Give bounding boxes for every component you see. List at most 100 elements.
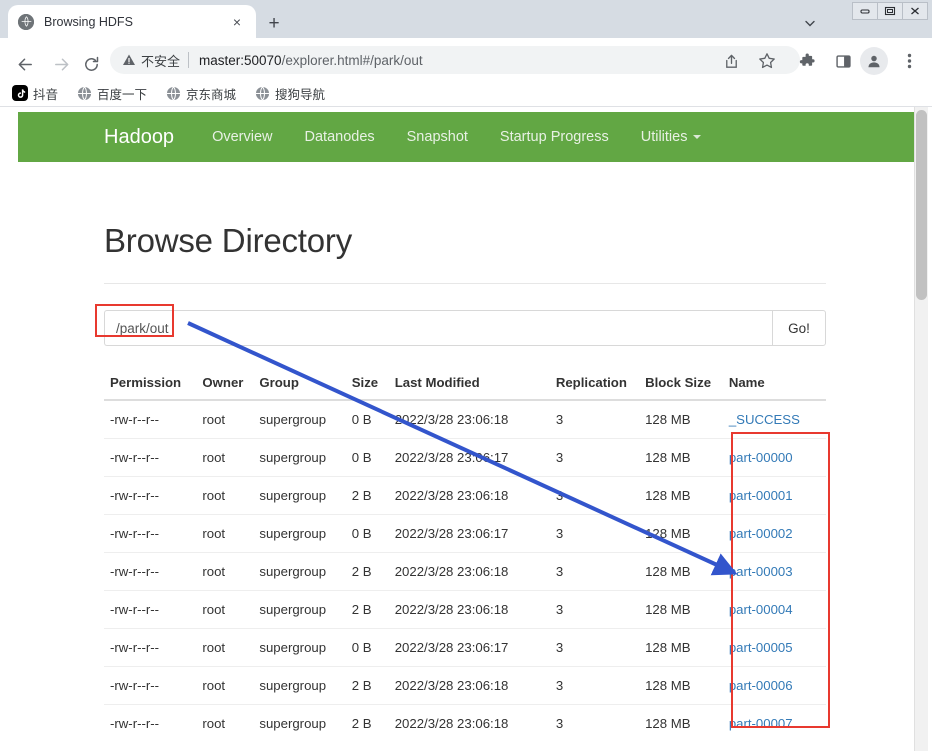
bookmark-item[interactable]: 京东商城 (165, 84, 236, 103)
reload-icon[interactable] (76, 49, 106, 79)
nav-link-startup-progress[interactable]: Startup Progress (500, 129, 609, 145)
extensions-puzzle-icon[interactable] (794, 48, 820, 74)
hadoop-brand[interactable]: Hadoop (104, 126, 174, 149)
file-link[interactable]: part-00005 (729, 640, 793, 655)
three-dot-menu-icon[interactable] (896, 48, 922, 74)
page-title: Browse Directory (104, 222, 353, 259)
bookmarks-bar: 抖音 百度一下 京东商城 搜狗导航 (0, 80, 932, 107)
table-row: -rw-r--r-- root supergroup 0 B 2022/3/28 23:… (104, 438, 826, 477)
cell-last-modified: 2022/3/28 23:06:17 (388, 514, 550, 553)
table-row: -rw-r--r-- root supergroup 0 B 2022/3/28 23:… (104, 628, 826, 667)
table-row: -rw-r--r-- root supergroup 2 B 2022/3/28 23:… (104, 666, 826, 705)
cell-group: supergroup (253, 476, 346, 515)
cell-name[interactable]: part-00006 (722, 666, 826, 705)
bookmark-label: 京东商城 (186, 87, 237, 102)
cell-last-modified: 2022/3/28 23:06:17 (388, 438, 550, 477)
bookmark-star-icon[interactable] (754, 48, 780, 74)
file-link[interactable]: part-00000 (729, 450, 793, 465)
cell-block-size: 128 MB (639, 438, 723, 477)
cell-size: 2 B (345, 666, 389, 705)
profile-avatar-icon[interactable] (860, 47, 888, 75)
cell-last-modified: 2022/3/28 23:06:18 (388, 552, 550, 591)
browser-window: Browsing HDFS × + 不安全 master:50070/explo… (0, 0, 932, 751)
cell-size: 2 B (345, 476, 389, 515)
table-header-row: Permission Owner Group Size Last Modifie… (104, 367, 826, 401)
cell-permission: -rw-r--r-- (104, 590, 197, 629)
column-header-replication[interactable]: Replication (549, 367, 640, 401)
go-button[interactable]: Go! (772, 310, 826, 346)
column-header-owner[interactable]: Owner (196, 367, 254, 401)
omnibox-divider (188, 52, 190, 68)
column-header-permission[interactable]: Permission (104, 367, 197, 401)
cell-permission: -rw-r--r-- (104, 438, 197, 477)
globe-icon (76, 85, 92, 101)
address-bar[interactable]: 不安全 master:50070/explorer.html#/park/out (110, 46, 800, 74)
column-header-size[interactable]: Size (345, 367, 389, 401)
back-arrow-icon[interactable] (10, 49, 40, 79)
cell-name[interactable]: part-00001 (722, 476, 826, 515)
bookmark-item[interactable]: 搜狗导航 (254, 84, 325, 103)
url-text: master:50070/explorer.html#/park/out (199, 53, 423, 68)
nav-link-datanodes[interactable]: Datanodes (305, 129, 375, 145)
cell-permission: -rw-r--r-- (104, 628, 197, 667)
cell-replication: 3 (549, 628, 640, 667)
path-input[interactable]: /park/out (104, 310, 772, 346)
tab-search-chevron-down-icon[interactable] (800, 13, 820, 33)
file-link[interactable]: part-00004 (729, 602, 793, 617)
cell-size: 0 B (345, 514, 389, 553)
column-header-last-modified[interactable]: Last Modified (388, 367, 550, 401)
cell-replication: 3 (549, 514, 640, 553)
bookmark-label: 抖音 (33, 87, 59, 102)
url-host: master:50070 (199, 52, 282, 68)
file-link[interactable]: part-00003 (729, 564, 793, 579)
browser-tab[interactable]: Browsing HDFS × (8, 5, 256, 38)
cell-name[interactable]: part-00003 (722, 552, 826, 591)
nav-link-snapshot[interactable]: Snapshot (407, 129, 468, 145)
table-row: -rw-r--r-- root supergroup 0 B 2022/3/28 23:… (104, 514, 826, 553)
cell-name[interactable]: part-00005 (722, 628, 826, 667)
cell-permission: -rw-r--r-- (104, 666, 197, 705)
forward-arrow-icon[interactable] (46, 49, 76, 79)
cell-name[interactable]: part-00007 (722, 704, 826, 742)
file-link[interactable]: _SUCCESS (729, 412, 800, 427)
page-viewport: Hadoop Overview Datanodes Snapshot Start… (0, 107, 932, 751)
globe-icon (18, 13, 34, 30)
path-form: /park/out Go! (104, 310, 826, 346)
table-body: -rw-r--r-- root supergroup 0 B 2022/3/28 23:… (104, 400, 826, 742)
minimize-icon[interactable] (852, 2, 878, 20)
window-controls (852, 2, 928, 20)
nav-link-utilities[interactable]: Utilities (641, 129, 702, 145)
cell-name[interactable]: _SUCCESS (723, 400, 826, 439)
column-header-group[interactable]: Group (253, 367, 346, 401)
cell-size: 2 B (345, 590, 389, 629)
cell-size: 2 B (345, 552, 389, 591)
page-scrollbar-thumb[interactable] (916, 110, 927, 300)
cell-replication: 3 (549, 552, 640, 591)
new-tab-button[interactable]: + (262, 11, 286, 35)
tab-close-icon[interactable]: × (228, 13, 246, 31)
cell-name[interactable]: part-00004 (722, 590, 826, 629)
cell-name[interactable]: part-00002 (722, 514, 826, 553)
file-link[interactable]: part-00001 (729, 488, 793, 503)
bookmark-item[interactable]: 百度一下 (76, 84, 147, 103)
cell-permission: -rw-r--r-- (110, 412, 160, 427)
title-divider (104, 283, 826, 284)
cell-owner: root (196, 704, 254, 742)
maximize-icon[interactable] (877, 2, 903, 20)
cell-last-modified: 2022/3/28 23:06:18 (388, 476, 550, 515)
cell-name[interactable]: part-00000 (722, 438, 826, 477)
close-icon[interactable] (902, 2, 928, 20)
cell-replication: 3 (555, 412, 564, 427)
file-link[interactable]: part-00002 (729, 526, 793, 541)
share-icon[interactable] (718, 48, 744, 74)
cell-group: supergroup (253, 590, 346, 629)
column-header-name[interactable]: Name (722, 367, 826, 401)
bookmark-item[interactable]: 抖音 (12, 84, 58, 103)
column-header-block-size[interactable]: Block Size (639, 367, 723, 401)
nav-link-overview[interactable]: Overview (212, 129, 272, 145)
file-link[interactable]: part-00006 (729, 678, 793, 693)
cell-owner: root (196, 666, 254, 705)
cell-owner: root (196, 552, 254, 591)
side-panel-icon[interactable] (830, 48, 856, 74)
file-link[interactable]: part-00007 (729, 716, 793, 731)
